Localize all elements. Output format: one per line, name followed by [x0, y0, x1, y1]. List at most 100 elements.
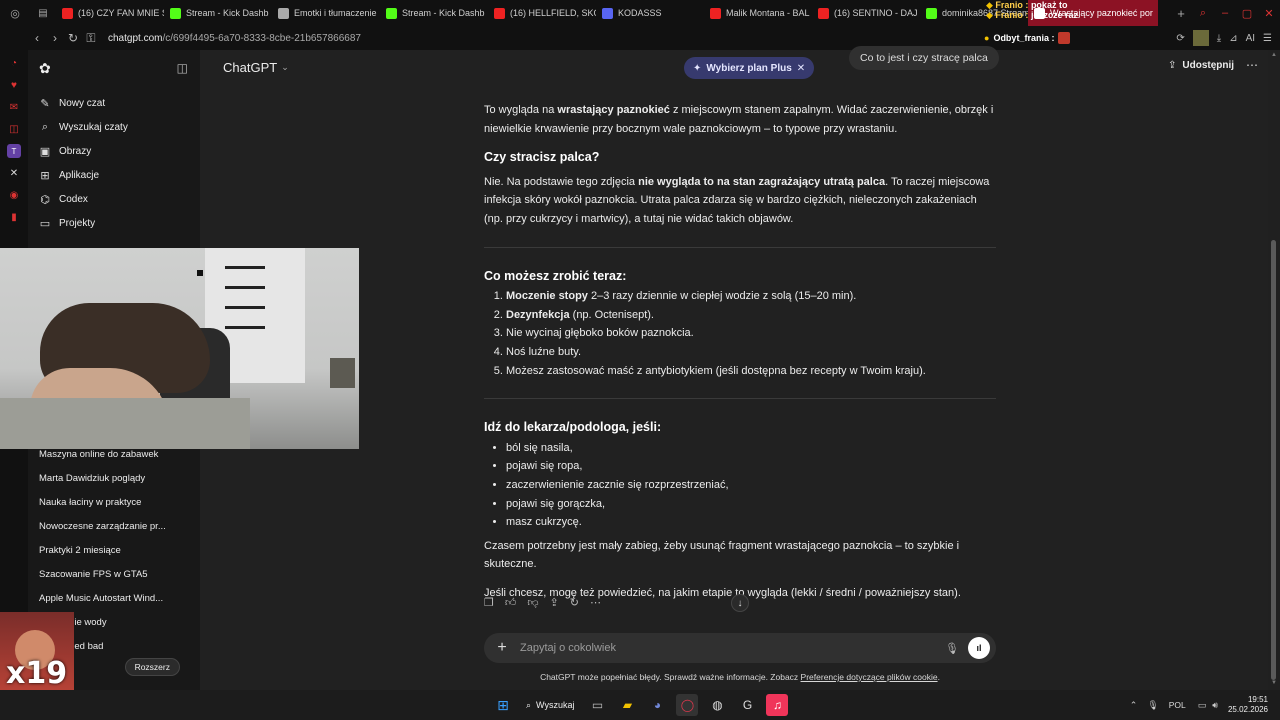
sidebar-item-apps[interactable]: ⊞ Aplikacje — [28, 163, 200, 187]
player-icon[interactable]: ◉ — [7, 188, 21, 202]
browser-tab[interactable]: (16) CZY FAN MNIE S — [56, 0, 164, 26]
browser-tab[interactable]: Malik Montana - BAL — [704, 0, 812, 26]
scroll-down-button[interactable]: ↓ — [731, 594, 749, 612]
site-settings-icon[interactable]: ⚿ — [82, 31, 100, 46]
chat-history-item[interactable]: Marta Dawidziuk poglądy — [28, 466, 200, 490]
twitch-icon[interactable]: T — [7, 144, 21, 158]
menu-icon[interactable]: ☰ — [1263, 33, 1272, 44]
paragraph-3: Czasem potrzebny jest mały zabieg, żeby … — [484, 539, 960, 571]
more-options-icon[interactable]: ⋯ — [1246, 58, 1258, 72]
sidebar-item-edit[interactable]: ✎ Nowy czat — [28, 91, 200, 115]
workspaces-icon[interactable]: ◎ — [0, 0, 30, 26]
prompt-input[interactable]: Zapytaj o cokolwiek — [520, 642, 940, 654]
tab-favicon-icon — [170, 7, 181, 19]
tab-favicon-icon — [278, 7, 289, 19]
windows-start-icon[interactable]: ⊞ — [492, 694, 514, 716]
extension-avatar-icon[interactable] — [1192, 30, 1209, 46]
more-icon[interactable]: ⋯ — [590, 596, 601, 609]
step-item: Dezynfekcja (np. Octenisept). — [506, 306, 996, 325]
apple-music-icon[interactable]: ♫ — [766, 694, 789, 716]
browser-tab[interactable]: Stream - Kick Dashb — [380, 0, 488, 26]
share-button[interactable]: ⇪ Udostępnij — [1168, 60, 1234, 71]
scrollbar-thumb[interactable] — [1271, 240, 1276, 680]
cookie-preferences-link[interactable]: Preferencje dotyczące plików cookie — [801, 672, 938, 682]
chat-history-item[interactable]: Praktyki 2 miesiące — [28, 538, 200, 562]
tab-list-icon[interactable]: ▤ — [30, 0, 56, 26]
pinboard-icon[interactable]: ▮ — [7, 210, 21, 224]
upgrade-button[interactable]: Rozszerz — [124, 658, 180, 676]
thumbs-up-icon[interactable]: 👍︎ — [505, 596, 517, 609]
scroll-up-icon[interactable]: ▲ — [1271, 52, 1277, 58]
microphone-icon[interactable]: 🎙︎ — [940, 642, 964, 655]
warning-sign-item: ból się nasila, — [506, 439, 996, 458]
discord-icon[interactable]: ◕ — [646, 694, 668, 716]
maximize-icon[interactable]: ▢ — [1236, 7, 1258, 20]
badge-icon: ◆ — [986, 0, 996, 10]
tab-label: Emotki i tłumaczenie — [294, 8, 377, 18]
voice-mode-icon[interactable]: ıl — [968, 637, 990, 659]
event-user: Odbyt_frania : — [993, 33, 1055, 43]
model-selector[interactable]: ChatGPT ⌄ — [223, 60, 289, 75]
close-icon[interactable]: ✕ — [797, 63, 805, 74]
tray-microphone-icon[interactable]: 🎙︎ — [1147, 700, 1158, 711]
messenger-icon[interactable]: ✉ — [7, 100, 21, 114]
regenerate-icon[interactable]: ↻ — [570, 596, 579, 609]
share-message-icon[interactable]: ⇪ — [550, 596, 559, 609]
volume-icon[interactable]: 🔊︎ — [1212, 700, 1218, 711]
message-actions: ❐ 👍︎ 👎︎ ⇪ ↻ ⋯ — [484, 596, 601, 609]
ai-icon[interactable]: ⊿ — [1229, 33, 1237, 44]
assistant-message: To wygląda na wrastający paznokieć z mie… — [484, 101, 996, 602]
app-g-icon[interactable]: G — [736, 694, 758, 716]
tab-favicon-icon — [818, 7, 829, 19]
task-view-icon[interactable]: ▭ — [586, 694, 608, 716]
file-explorer-icon[interactable]: ▰ — [616, 694, 638, 716]
thumbs-down-icon[interactable]: 👎︎ — [527, 596, 538, 609]
plan-pill-label: Wybierz plan Plus — [706, 62, 792, 74]
language-indicator[interactable]: POL — [1169, 700, 1186, 710]
extensions-icon[interactable]: ⟳ — [1176, 33, 1184, 44]
x-twitter-icon[interactable]: ✕ — [7, 166, 21, 180]
back-icon[interactable]: ‹ — [28, 31, 46, 45]
close-window-icon[interactable]: ✕ — [1258, 7, 1280, 20]
openai-logo-icon[interactable]: ✿ — [39, 60, 51, 77]
url-field[interactable]: chatgpt.com/c/699f4495-6a70-8333-8cbe-21… — [108, 33, 361, 44]
browser-tab[interactable]: (16) HELLFIELD, SKO — [488, 0, 596, 26]
reload-icon[interactable]: ↻ — [64, 31, 82, 45]
browser-tab[interactable]: (16) SENTINO - DAJ — [812, 0, 920, 26]
sidebar-item-image[interactable]: ▣ Obrazy — [28, 139, 200, 163]
browser-tab[interactable]: Stream - Kick Dashb — [164, 0, 272, 26]
minimize-icon[interactable]: – — [1214, 7, 1236, 19]
ai-label[interactable]: AI — [1246, 33, 1255, 44]
chat-history-item[interactable]: Szacowanie FPS w GTA5 — [28, 562, 200, 586]
browser-tab[interactable]: Emotki i tłumaczenie — [272, 0, 380, 26]
bookmarks-icon[interactable]: ♥ — [7, 78, 21, 92]
sidebar-item-folder[interactable]: ▭ Projekty — [28, 211, 200, 235]
add-attachment-icon[interactable]: + — [484, 639, 520, 657]
paragraph-2: Nie. Na podstawie tego zdjęcia nie wyglą… — [484, 175, 990, 225]
download-icon[interactable]: ⤓ — [1217, 33, 1221, 44]
page-scrollbar[interactable]: ▲ ▼ — [1268, 50, 1280, 690]
warning-sign-item: zaczerwienienie zacznie się rozprzestrze… — [506, 476, 996, 495]
tray-overflow-icon[interactable]: ⌃ — [1130, 700, 1138, 711]
chat-history-item[interactable]: Apple Music Autostart Wind... — [28, 586, 200, 610]
sidebar-item-search[interactable]: ⌕ Wyszukaj czaty — [28, 115, 200, 139]
forward-icon[interactable]: › — [46, 31, 64, 45]
plan-pill[interactable]: ✦ Wybierz plan Plus ✕ — [684, 57, 815, 79]
browser-tab[interactable]: KODASSS — [596, 0, 704, 26]
sidebar-item-codex[interactable]: ⌬ Codex — [28, 187, 200, 211]
history-icon[interactable]: ◫ — [7, 122, 21, 136]
copy-icon[interactable]: ❐ — [484, 596, 494, 609]
toggle-sidebar-icon[interactable]: ◫ — [177, 61, 188, 75]
clock[interactable]: 19:51 25.02.2026 — [1228, 695, 1268, 715]
search-tabs-icon[interactable]: ⌕ — [1192, 7, 1214, 20]
chat-user: Franio : — [995, 10, 1029, 20]
network-icon[interactable]: ▭ — [1198, 700, 1207, 711]
chat-history-item[interactable]: Nowoczesne zarządzanie pr... — [28, 514, 200, 538]
opera-speed-dial-icon[interactable]: ◔ — [7, 56, 21, 70]
emote-counter: x19 — [6, 656, 68, 690]
opera-gx-icon[interactable]: ◯ — [676, 694, 699, 716]
obs-icon[interactable]: ◍ — [706, 694, 728, 716]
taskbar-search[interactable]: ⌕ Wyszukaj — [518, 700, 582, 711]
chat-history-item[interactable]: Nauka łaciny w praktyce — [28, 490, 200, 514]
scroll-down-icon[interactable]: ▼ — [1271, 680, 1277, 686]
